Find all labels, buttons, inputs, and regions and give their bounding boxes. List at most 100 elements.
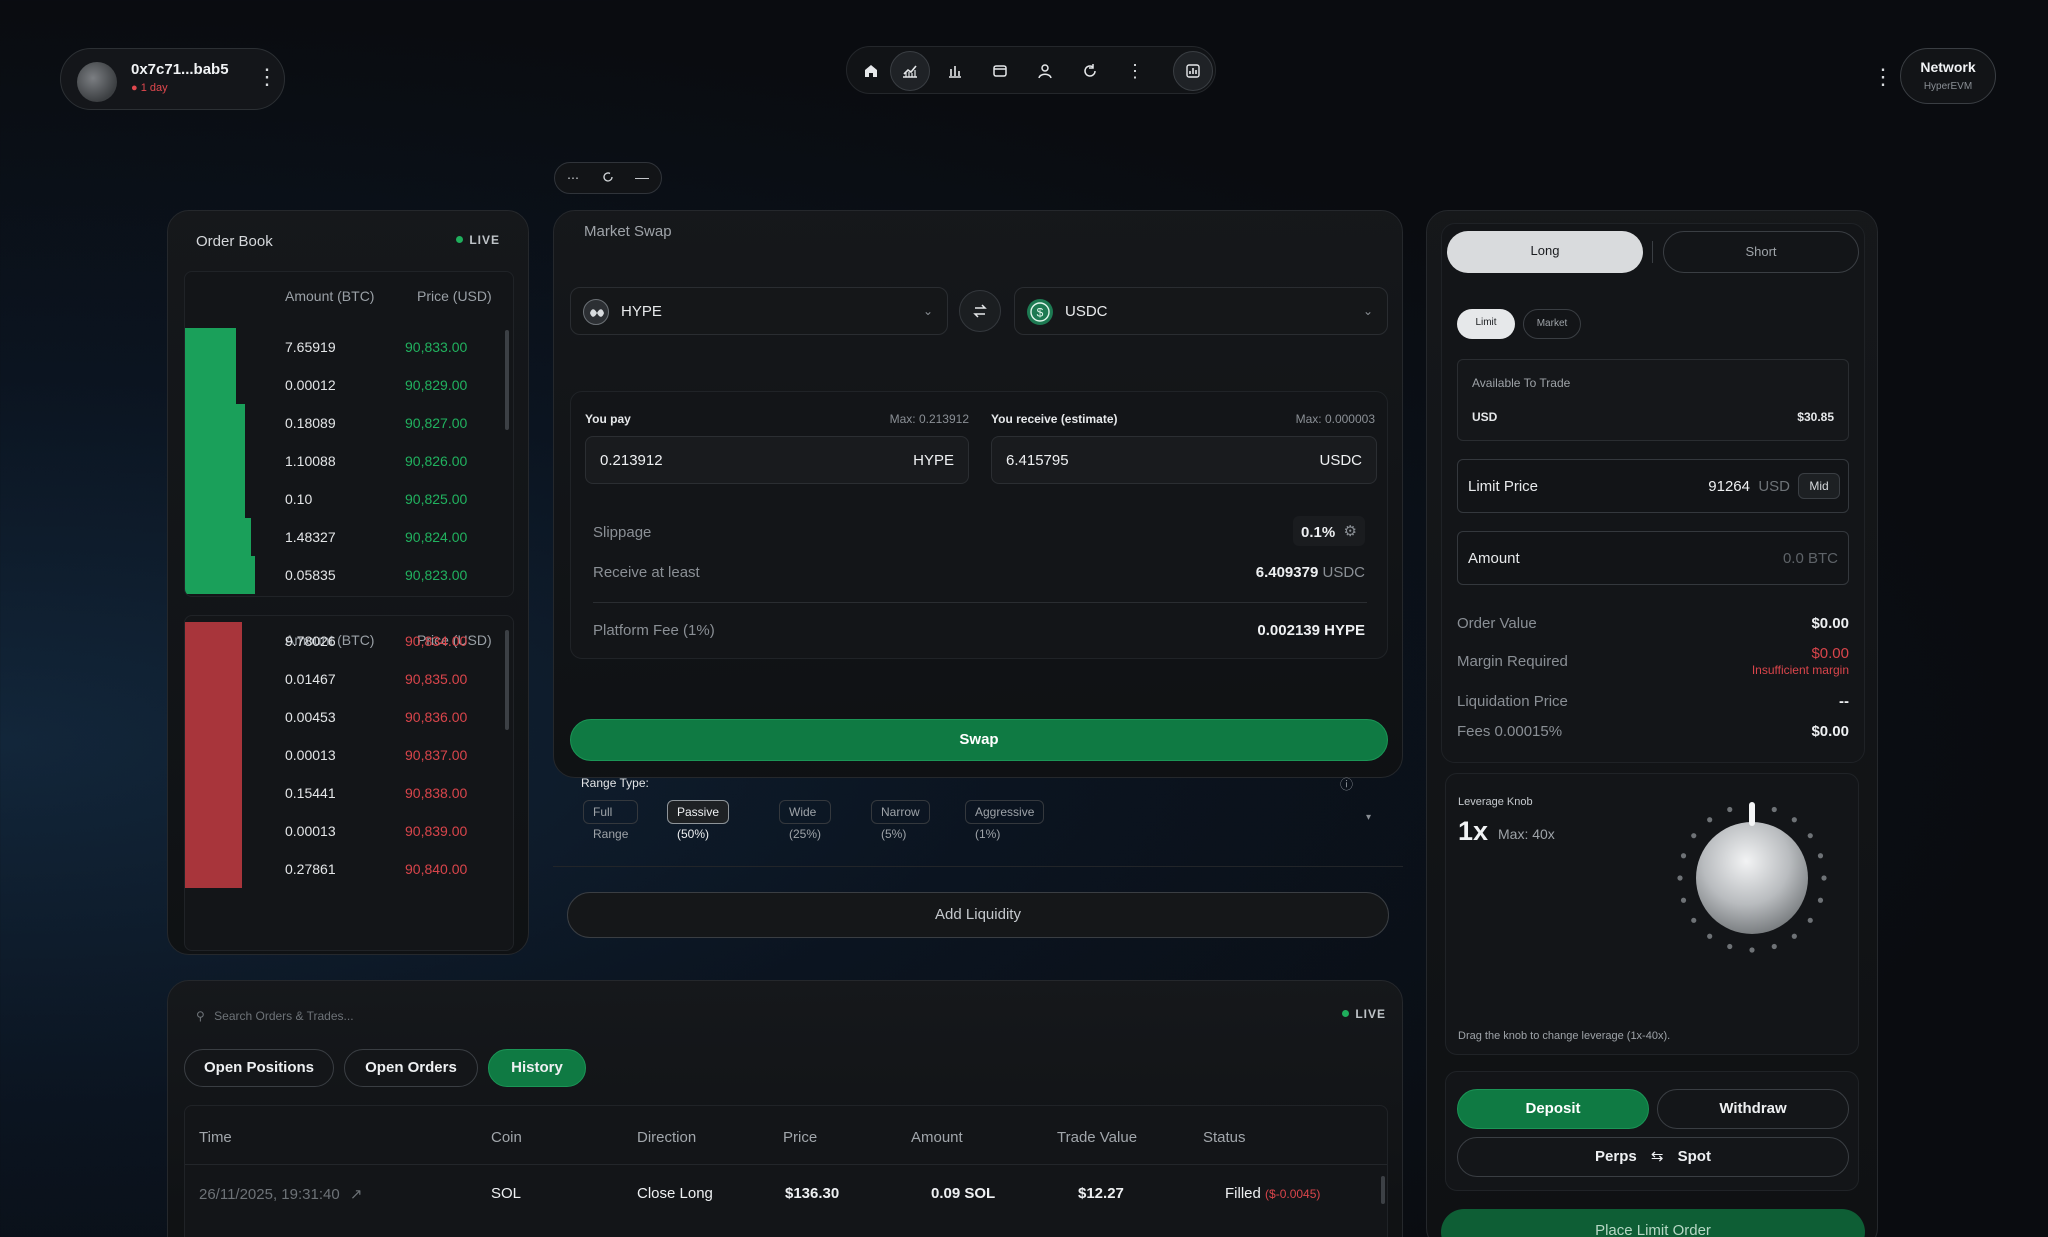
orderbook-row[interactable]: 0.01467 90,835.00 xyxy=(185,660,501,698)
row-amount: 0.27861 xyxy=(285,861,336,877)
chevron-down-icon[interactable]: ▾ xyxy=(1366,812,1371,823)
limit-price-unit: USD xyxy=(1758,478,1790,495)
gear-icon[interactable]: ⚙ xyxy=(1344,522,1357,540)
place-limit-order-button[interactable]: Place Limit Order xyxy=(1441,1209,1865,1237)
col-price: Price xyxy=(783,1129,818,1146)
short-button[interactable]: Short xyxy=(1663,231,1859,273)
amount-field[interactable]: Amount 0.0 BTC xyxy=(1457,531,1849,585)
orderbook-row[interactable]: 0.18089 90,827.00 xyxy=(185,404,501,442)
knob-dot xyxy=(1771,806,1777,813)
knob-dot xyxy=(1807,833,1813,839)
orderbook-row[interactable]: 0.00012 90,829.00 xyxy=(185,366,501,404)
orderbook-row[interactable]: 7.65919 90,833.00 xyxy=(185,328,501,366)
from-token-name: HYPE xyxy=(621,303,662,320)
col-status: Status xyxy=(1203,1129,1246,1146)
margin-warning: Insufficient margin xyxy=(1751,663,1849,677)
orderbook-row[interactable]: 0.00013 90,837.00 xyxy=(185,736,501,774)
swap-button[interactable]: Swap xyxy=(570,719,1388,761)
grip-icon[interactable]: ⋯ xyxy=(567,171,579,185)
bids-section: Amount (BTC) Price (USD) 7.65919 90,833.0… xyxy=(184,271,514,597)
from-token-select[interactable]: HYPE ⌄ xyxy=(570,287,948,335)
orderbook-row[interactable]: 0.27861 90,840.00 xyxy=(185,850,501,888)
fees-row: Fees 0.00015% $0.00 xyxy=(1457,723,1849,740)
live-text: LIVE xyxy=(1355,1007,1386,1021)
home-icon[interactable] xyxy=(851,51,891,91)
row-amount: 0.00013 xyxy=(285,823,336,839)
range-option-passive[interactable]: Passive (50%) xyxy=(667,800,730,841)
row-price: 90,834.00 xyxy=(405,633,468,649)
swap-direction-button[interactable] xyxy=(959,290,1001,332)
pay-max[interactable]: Max: 0.213912 xyxy=(883,412,969,426)
asks-section: Amount (BTC) Price (USD) 9.78026 90,834.0… xyxy=(184,615,514,951)
order-book-live-badge: LIVE xyxy=(456,233,500,247)
orderbook-row[interactable]: 0.00453 90,836.00 xyxy=(185,698,501,736)
receive-unit: USDC xyxy=(1319,452,1362,469)
refresh-icon[interactable] xyxy=(1070,51,1110,91)
liquidation-value: -- xyxy=(1839,693,1849,710)
receive-amount-field[interactable]: 6.415795 USDC xyxy=(991,436,1377,484)
orderbook-row[interactable]: 0.10 90,825.00 xyxy=(185,480,501,518)
receive-max: Max: 0.000003 xyxy=(1295,412,1375,426)
account-pill[interactable]: 0x7c71...bab5 ● 1 day xyxy=(60,48,285,110)
add-liquidity-button[interactable]: Add Liquidity xyxy=(567,892,1389,938)
analytics-icon[interactable] xyxy=(1173,51,1213,91)
orderbook-row[interactable]: 1.10088 90,826.00 xyxy=(185,442,501,480)
tab-history[interactable]: History xyxy=(488,1049,586,1087)
info-icon[interactable]: ⓘ xyxy=(1340,774,1353,793)
orderbook-row[interactable]: 0.15441 90,838.00 xyxy=(185,774,501,812)
liquidation-row: Liquidation Price -- xyxy=(1457,693,1849,710)
hype-token-icon xyxy=(583,299,609,325)
to-token-select[interactable]: $ USDC ⌄ xyxy=(1014,287,1388,335)
orderbook-row[interactable]: 1.48327 90,824.00 xyxy=(185,518,501,556)
knob-dot xyxy=(1821,875,1827,881)
svg-text:$: $ xyxy=(1037,306,1044,320)
limit-price-field[interactable]: Limit Price 91264 USD Mid xyxy=(1457,459,1849,513)
receive-value: 6.415795 xyxy=(1006,452,1069,469)
tab-open-positions[interactable]: Open Positions xyxy=(184,1049,334,1087)
orderbook-row[interactable]: 9.78026 90,834.00 xyxy=(185,622,501,660)
range-option-full[interactable]: Full Range xyxy=(583,800,639,841)
limit-tab[interactable]: Limit xyxy=(1457,309,1515,339)
minimize-icon[interactable]: — xyxy=(635,169,649,185)
platform-fee-label: Platform Fee (1%) xyxy=(593,622,715,639)
bar-chart-icon[interactable] xyxy=(935,51,975,91)
search-input[interactable]: ⚲ Search Orders & Trades... xyxy=(196,1009,354,1023)
network-more-icon[interactable]: ⋮ xyxy=(1872,64,1894,90)
asks-scrollbar[interactable] xyxy=(505,630,509,730)
range-option-wide[interactable]: Wide (25%) xyxy=(779,800,831,841)
row-amount: 9.78026 xyxy=(285,633,336,649)
account-more-icon[interactable]: ⋮ xyxy=(256,66,278,88)
tab-open-orders[interactable]: Open Orders xyxy=(344,1049,478,1087)
external-link-icon[interactable]: ↗ xyxy=(350,1186,363,1203)
wallet-icon[interactable] xyxy=(980,51,1020,91)
bids-scrollbar[interactable] xyxy=(505,330,509,430)
row-price: 90,838.00 xyxy=(405,785,468,801)
withdraw-button[interactable]: Withdraw xyxy=(1657,1089,1849,1129)
refresh-small-icon[interactable] xyxy=(601,170,615,184)
chart-line-icon[interactable] xyxy=(890,51,930,91)
user-icon[interactable] xyxy=(1025,51,1065,91)
more-icon[interactable]: ⋮ xyxy=(1115,51,1155,91)
deposit-button[interactable]: Deposit xyxy=(1457,1089,1649,1129)
network-selector[interactable]: Network HyperEVM xyxy=(1900,48,1996,104)
depth-bar xyxy=(185,518,252,556)
depth-bar xyxy=(185,404,246,442)
leverage-knob[interactable] xyxy=(1672,798,1832,958)
long-button[interactable]: Long xyxy=(1447,231,1643,273)
orderbook-row[interactable]: 0.05835 90,823.00 xyxy=(185,556,501,594)
orderbook-row[interactable]: 0.00013 90,839.00 xyxy=(185,812,501,850)
range-option-aggressive[interactable]: Aggressive (1%) xyxy=(965,800,1045,841)
perps-spot-toggle[interactable]: Perps ⇆ Spot xyxy=(1457,1137,1849,1177)
row-amount: 1.48327 xyxy=(285,529,336,545)
mid-button[interactable]: Mid xyxy=(1798,473,1840,499)
market-tab[interactable]: Market xyxy=(1523,309,1581,339)
slippage-control[interactable]: 0.1% ⚙ xyxy=(1293,516,1365,546)
perps-label: Perps xyxy=(1595,1148,1637,1165)
pay-amount-field[interactable]: 0.213912 HYPE xyxy=(585,436,969,484)
swap-arrows-icon xyxy=(973,304,987,318)
table-scrollbar[interactable] xyxy=(1381,1176,1385,1204)
flame-icon: ● xyxy=(131,82,138,94)
range-option-narrow[interactable]: Narrow (5%) xyxy=(871,800,930,841)
knob-dot xyxy=(1727,943,1733,950)
search-icon: ⚲ xyxy=(196,1009,205,1023)
